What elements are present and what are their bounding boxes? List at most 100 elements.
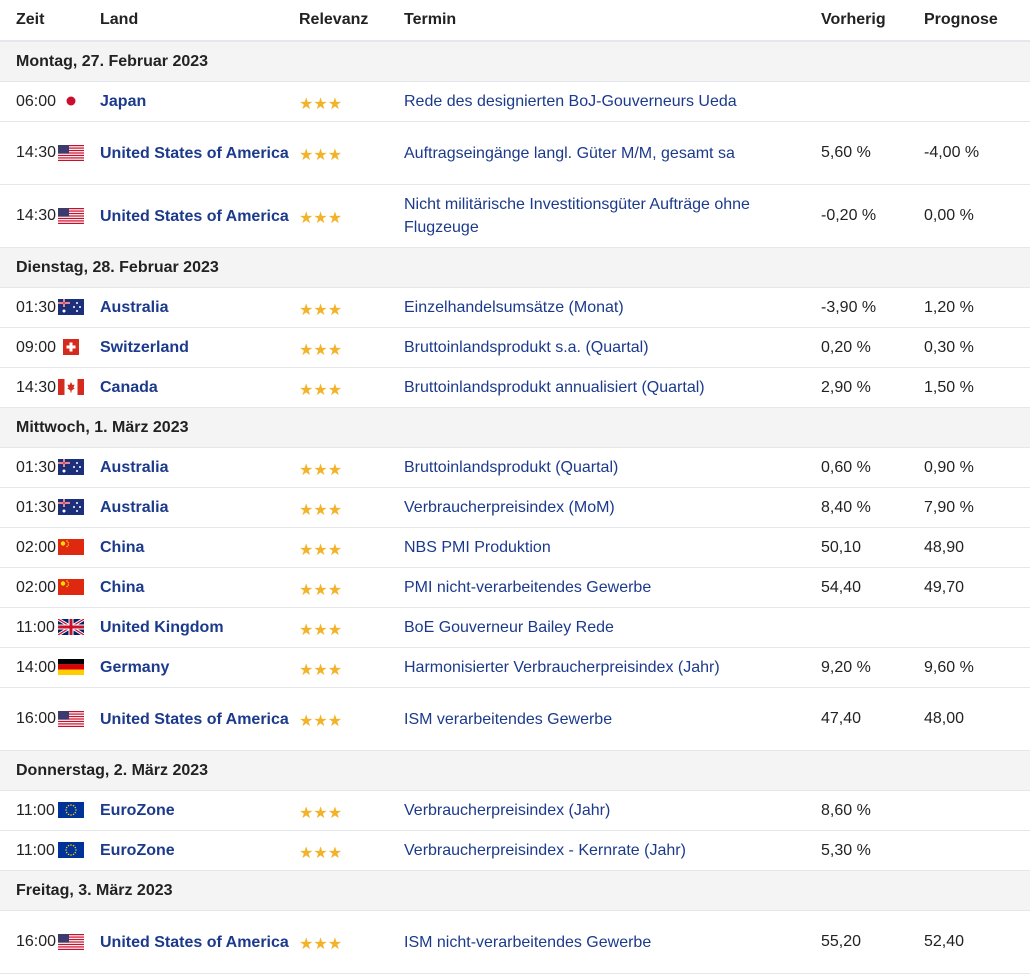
event-time: 16:00	[0, 910, 58, 974]
forecast-value: 1,50 %	[924, 367, 1030, 408]
date-group-row: Mittwoch, 1. März 2023	[0, 407, 1030, 448]
event-row[interactable]: 02:00 China ★★★ PMI nicht-verarbeitendes Ge…	[0, 567, 1030, 608]
forecast-value	[924, 81, 1030, 122]
event-link[interactable]: ISM verarbeitendes Gewerbe	[404, 708, 821, 731]
canada-flag-icon	[58, 379, 84, 396]
forecast-value: 49,70	[924, 567, 1030, 608]
date-group-row: Montag, 27. Februar 2023	[0, 41, 1030, 82]
header-termin: Termin	[404, 0, 821, 42]
event-link[interactable]: Harmonisierter Verbraucherpreisindex (Ja…	[404, 656, 821, 679]
relevance-stars-icon: ★★★	[299, 936, 343, 953]
country-link[interactable]: Australia	[100, 296, 299, 319]
uk-flag-icon	[58, 619, 84, 636]
date-label: Freitag, 3. März 2023	[0, 870, 1030, 911]
event-link[interactable]: NBS PMI Produktion	[404, 536, 821, 559]
country-link[interactable]: United States of America	[100, 931, 299, 954]
event-link[interactable]: PMI nicht-verarbeitendes Gewerbe	[404, 576, 821, 599]
country-link[interactable]: Japan	[100, 90, 299, 113]
event-link[interactable]: Einzelhandelsumsätze (Monat)	[404, 296, 821, 319]
relevance-stars-icon: ★★★	[299, 461, 343, 479]
previous-value: 54,40	[821, 567, 924, 608]
event-link[interactable]: Bruttoinlandsprodukt annualisiert (Quart…	[404, 376, 821, 399]
relevance-stars-icon: ★★★	[299, 95, 343, 113]
country-link[interactable]: United Kingdom	[100, 616, 299, 639]
forecast-value: 0,30 %	[924, 327, 1030, 368]
country-link[interactable]: United States of America	[100, 142, 299, 165]
relevance-stars-icon: ★★★	[299, 210, 343, 227]
event-link[interactable]: Bruttoinlandsprodukt (Quartal)	[404, 456, 821, 479]
event-row[interactable]: 16:00 United States of America ★★★ ISM vera…	[0, 687, 1030, 751]
previous-value: 55,20	[821, 910, 924, 974]
country-link[interactable]: China	[100, 536, 299, 559]
event-link[interactable]: ISM nicht-verarbeitendes Gewerbe	[404, 931, 821, 954]
event-row[interactable]: 06:00 Japan ★★★ Rede des designierten BoJ-G…	[0, 81, 1030, 122]
japan-flag-icon	[58, 93, 84, 110]
event-row[interactable]: 01:30 Australia ★★★ Verbraucherpreisindex (…	[0, 487, 1030, 528]
event-row[interactable]: 11:00 EuroZone ★★★ Verbraucherpreisindex (J…	[0, 790, 1030, 831]
header-zeit: Zeit	[0, 0, 58, 42]
event-time: 02:00	[0, 567, 58, 608]
event-time: 06:00	[0, 81, 58, 122]
event-row[interactable]: 11:00 EuroZone ★★★ Verbraucherpreisindex - …	[0, 830, 1030, 871]
country-link[interactable]: United States of America	[100, 205, 299, 228]
country-link[interactable]: Germany	[100, 656, 299, 679]
forecast-value: 0,00 %	[924, 184, 1030, 248]
previous-value	[821, 81, 924, 122]
event-time: 11:00	[0, 607, 58, 648]
china-flag-icon	[58, 539, 84, 556]
country-link[interactable]: Canada	[100, 376, 299, 399]
country-link[interactable]: EuroZone	[100, 839, 299, 862]
event-row[interactable]: 14:00 Germany ★★★ Harmonisierter Verbrauche…	[0, 647, 1030, 688]
forecast-value: 48,90	[924, 527, 1030, 568]
event-link[interactable]: BoE Gouverneur Bailey Rede	[404, 616, 821, 639]
previous-value: 5,60 %	[821, 121, 924, 185]
event-link[interactable]: Verbraucherpreisindex (MoM)	[404, 496, 821, 519]
header-land: Land	[100, 0, 299, 42]
header-prognose: Prognose	[924, 0, 1030, 42]
country-link[interactable]: China	[100, 576, 299, 599]
forecast-value	[924, 830, 1030, 871]
event-row[interactable]: 09:00 Switzerland ★★★ Bruttoinlandsprodukt …	[0, 327, 1030, 368]
country-link[interactable]: Australia	[100, 496, 299, 519]
event-link[interactable]: Auftragseingänge langl. Güter M/M, gesam…	[404, 142, 821, 165]
event-row[interactable]: 14:30 Canada ★★★ Bruttoinlandsprodukt annua…	[0, 367, 1030, 408]
event-row[interactable]: 11:00 United Kingdom ★★★ BoE Gouverneur Bai…	[0, 607, 1030, 648]
event-link[interactable]: Bruttoinlandsprodukt s.a. (Quartal)	[404, 336, 821, 359]
previous-value: -0,20 %	[821, 184, 924, 248]
event-link[interactable]: Verbraucherpreisindex - Kernrate (Jahr)	[404, 839, 821, 862]
event-row[interactable]: 14:30 United States of America ★★★ Nicht mi…	[0, 184, 1030, 248]
country-link[interactable]: EuroZone	[100, 799, 299, 822]
previous-value: 9,20 %	[821, 647, 924, 688]
event-row[interactable]: 14:30 United States of America ★★★ Auftrags…	[0, 121, 1030, 185]
event-row[interactable]: 01:30 Australia ★★★ Bruttoinlandsprodukt (Q…	[0, 447, 1030, 488]
event-link[interactable]: Nicht militärische Investitionsgüter Auf…	[404, 193, 821, 239]
usa-flag-icon	[58, 207, 84, 224]
date-label: Montag, 27. Februar 2023	[0, 41, 1030, 82]
forecast-value	[924, 790, 1030, 831]
previous-value: 5,30 %	[821, 830, 924, 871]
header-vorherig: Vorherig	[821, 0, 924, 42]
country-link[interactable]: Switzerland	[100, 336, 299, 359]
usa-flag-icon	[58, 144, 84, 161]
forecast-value: 7,90 %	[924, 487, 1030, 528]
event-link[interactable]: Rede des designierten BoJ-Gouverneurs Ue…	[404, 90, 821, 113]
event-row[interactable]: 02:00 China ★★★ NBS PMI Produktion 50,10 48,9…	[0, 527, 1030, 568]
country-link[interactable]: United States of America	[100, 708, 299, 731]
eu-flag-icon	[58, 802, 84, 819]
header-relevanz: Relevanz	[299, 0, 404, 42]
relevance-stars-icon: ★★★	[299, 341, 343, 359]
event-link[interactable]: Verbraucherpreisindex (Jahr)	[404, 799, 821, 822]
event-row[interactable]: 01:30 Australia ★★★ Einzelhandelsumsätze (M…	[0, 287, 1030, 328]
country-link[interactable]: Australia	[100, 456, 299, 479]
event-time: 09:00	[0, 327, 58, 368]
australia-flag-icon	[58, 459, 84, 476]
date-label: Donnerstag, 2. März 2023	[0, 750, 1030, 791]
usa-flag-icon	[58, 710, 84, 727]
date-label: Mittwoch, 1. März 2023	[0, 407, 1030, 448]
header-flag-spacer	[58, 0, 100, 42]
date-group-row: Freitag, 3. März 2023	[0, 870, 1030, 911]
event-row[interactable]: 16:00 United States of America ★★★ ISM nich…	[0, 910, 1030, 974]
relevance-stars-icon: ★★★	[299, 844, 343, 862]
usa-flag-icon	[58, 933, 84, 950]
forecast-value: 0,90 %	[924, 447, 1030, 488]
